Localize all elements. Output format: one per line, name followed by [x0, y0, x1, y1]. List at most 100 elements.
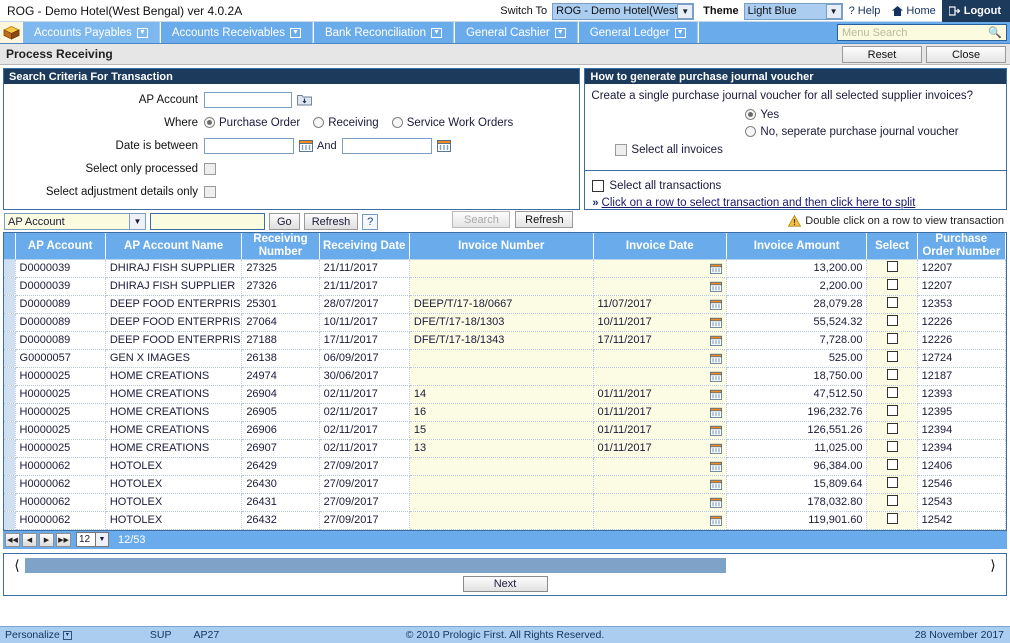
row-select-checkbox[interactable]	[886, 387, 898, 398]
cell-invoice-date[interactable]: 10/11/2017	[593, 313, 727, 332]
row-select-checkbox[interactable]	[886, 279, 898, 290]
row-select-checkbox[interactable]	[886, 477, 898, 488]
calendar-icon[interactable]	[710, 299, 722, 310]
cell-invoice-number[interactable]	[409, 349, 594, 368]
column-header-invoice-date[interactable]: Invoice Date	[593, 233, 727, 260]
row-select-checkbox[interactable]	[886, 297, 898, 308]
calendar-icon[interactable]	[710, 371, 722, 382]
cell-invoice-number[interactable]	[409, 277, 594, 296]
menu-item-general-ledger[interactable]: General Ledger ▼	[577, 22, 698, 43]
calendar-icon[interactable]	[710, 317, 722, 328]
cell-invoice-number[interactable]	[409, 493, 594, 512]
date-from-calendar-icon[interactable]	[298, 138, 314, 153]
cell-select[interactable]	[866, 259, 918, 278]
menu-item-bank-reconciliation[interactable]: Bank Reconciliation ▼	[312, 22, 454, 43]
cell-invoice-date[interactable]: 01/11/2017	[593, 385, 727, 404]
cell-invoice-date[interactable]	[593, 511, 727, 530]
scroll-right-arrow-icon[interactable]: ⟩	[985, 557, 1001, 574]
column-header-purchase-order-number[interactable]: Purchase Order Number	[917, 233, 1007, 260]
calendar-icon[interactable]	[710, 335, 722, 346]
cell-invoice-date[interactable]	[593, 277, 727, 296]
column-header-invoice-number[interactable]: Invoice Number	[409, 233, 594, 260]
cell-invoice-number[interactable]: DFE/T/17-18/1303	[409, 313, 594, 332]
calendar-icon[interactable]	[710, 497, 722, 508]
date-to-input[interactable]	[341, 137, 432, 154]
ap-account-lookup-icon[interactable]	[296, 92, 312, 107]
cell-invoice-date[interactable]	[593, 457, 727, 476]
scrollbar-thumb[interactable]	[25, 557, 726, 573]
search-icon[interactable]: 🔍	[988, 26, 1002, 39]
row-select-checkbox[interactable]	[886, 333, 898, 344]
row-select-checkbox[interactable]	[886, 513, 898, 524]
calendar-icon[interactable]	[710, 407, 722, 418]
calendar-icon[interactable]	[710, 353, 722, 364]
only-processed-checkbox[interactable]	[204, 162, 216, 175]
next-button[interactable]: Next	[462, 575, 548, 592]
ap-account-input[interactable]	[204, 91, 292, 108]
table-row[interactable]: D0000039 DHIRAJ FISH SUPPLIER 27326 21/11/2…	[4, 277, 1007, 296]
filter-field-select[interactable]: AP Account ▼	[4, 213, 146, 230]
cell-invoice-date[interactable]	[593, 367, 727, 386]
reset-button[interactable]: Reset	[842, 46, 922, 63]
column-header-invoice-amount[interactable]: Invoice Amount	[726, 233, 868, 260]
row-select-checkbox[interactable]	[886, 495, 898, 506]
property-switch-select[interactable]: ROG - Demo Hotel(West ▼	[552, 2, 695, 20]
grid-refresh-button[interactable]: Refresh	[303, 213, 359, 230]
table-row[interactable]: D0000089 DEEP FOOD ENTERPRIS 27064 10/11/20…	[4, 313, 1007, 332]
cell-invoice-number[interactable]: DEEP/T/17-18/0667	[409, 295, 594, 314]
select-all-invoices-checkbox[interactable]	[615, 144, 628, 156]
cell-invoice-date[interactable]: 01/11/2017	[593, 439, 727, 458]
select-all-transactions-checkbox[interactable]	[592, 180, 605, 192]
cell-invoice-number[interactable]: DFE/T/17-18/1343	[409, 331, 594, 350]
table-row[interactable]: H0000025 HOME CREATIONS 26905 02/11/2017 16 0…	[4, 403, 1007, 422]
voucher-option-separate[interactable]: No, seperate purchase journal voucher	[745, 123, 993, 140]
cell-invoice-date[interactable]: 01/11/2017	[593, 421, 727, 440]
go-button[interactable]: Go	[269, 213, 300, 230]
table-row[interactable]: H0000062 HOTOLEX 26430 27/09/2017 15,809.64 1…	[4, 475, 1007, 494]
table-row[interactable]: H0000025 HOME CREATIONS 26906 02/11/2017 15 0…	[4, 421, 1007, 440]
cell-invoice-number[interactable]	[409, 259, 594, 278]
table-row[interactable]: H0000062 HOTOLEX 26432 27/09/2017 119,901.60…	[4, 511, 1007, 530]
logout-button[interactable]: Logout	[941, 0, 1010, 22]
scroll-left-arrow-icon[interactable]: ⟨	[9, 557, 25, 574]
cell-invoice-number[interactable]: 14	[409, 385, 594, 404]
table-row[interactable]: H0000025 HOME CREATIONS 24974 30/06/2017 18,…	[4, 367, 1007, 386]
where-option-service-work-orders[interactable]: Service Work Orders	[391, 117, 513, 129]
table-row[interactable]: H0000062 HOTOLEX 26431 27/09/2017 178,032.80…	[4, 493, 1007, 512]
cell-select[interactable]	[866, 475, 918, 494]
cell-select[interactable]	[866, 295, 918, 314]
horizontal-scrollbar[interactable]: ⟨ ⟩	[9, 557, 1001, 574]
row-select-checkbox[interactable]	[886, 315, 898, 326]
scrollbar-track[interactable]	[25, 557, 985, 573]
cell-select[interactable]	[866, 313, 918, 332]
table-row[interactable]: H0000025 HOME CREATIONS 26907 02/11/2017 13 0…	[4, 439, 1007, 458]
cell-invoice-date[interactable]	[593, 259, 727, 278]
cell-invoice-date[interactable]	[593, 493, 727, 512]
home-link[interactable]: Home	[886, 5, 941, 17]
split-transaction-link[interactable]: Click on a row to select transaction and…	[602, 197, 916, 209]
calendar-icon[interactable]	[710, 461, 722, 472]
cell-select[interactable]	[866, 277, 918, 296]
calendar-icon[interactable]	[710, 263, 722, 274]
cell-invoice-number[interactable]: 13	[409, 439, 594, 458]
filter-text-input[interactable]	[150, 213, 265, 230]
cell-invoice-date[interactable]: 17/11/2017	[593, 331, 727, 350]
cell-invoice-date[interactable]	[593, 475, 727, 494]
where-option-receiving[interactable]: Receiving	[313, 117, 379, 129]
cell-select[interactable]	[866, 331, 918, 350]
cell-select[interactable]	[866, 493, 918, 512]
table-row[interactable]: D0000089 DEEP FOOD ENTERPRIS 27188 17/11/20…	[4, 331, 1007, 350]
where-option-purchase-order[interactable]: Purchase Order	[204, 117, 300, 129]
next-page-button[interactable]: ▶	[39, 532, 54, 547]
column-header-receiving-date[interactable]: Receiving Date	[319, 233, 410, 260]
voucher-option-yes[interactable]: Yes	[745, 106, 993, 123]
menu-item-accounts-receivables[interactable]: Accounts Receivables ▼	[159, 22, 313, 43]
menu-item-accounts-payables[interactable]: Accounts Payables ▼	[22, 22, 160, 43]
cell-invoice-number[interactable]: 15	[409, 421, 594, 440]
cell-select[interactable]	[866, 385, 918, 404]
table-row[interactable]: H0000025 HOME CREATIONS 26904 02/11/2017 14 0…	[4, 385, 1007, 404]
select-all-invoices-row[interactable]: Select all invoices	[615, 140, 993, 160]
table-row[interactable]: D0000039 DHIRAJ FISH SUPPLIER 27325 21/11/2…	[4, 259, 1007, 278]
select-all-transactions-row[interactable]: Select all transactions	[592, 178, 993, 194]
first-page-button[interactable]: ◀◀	[5, 532, 20, 547]
